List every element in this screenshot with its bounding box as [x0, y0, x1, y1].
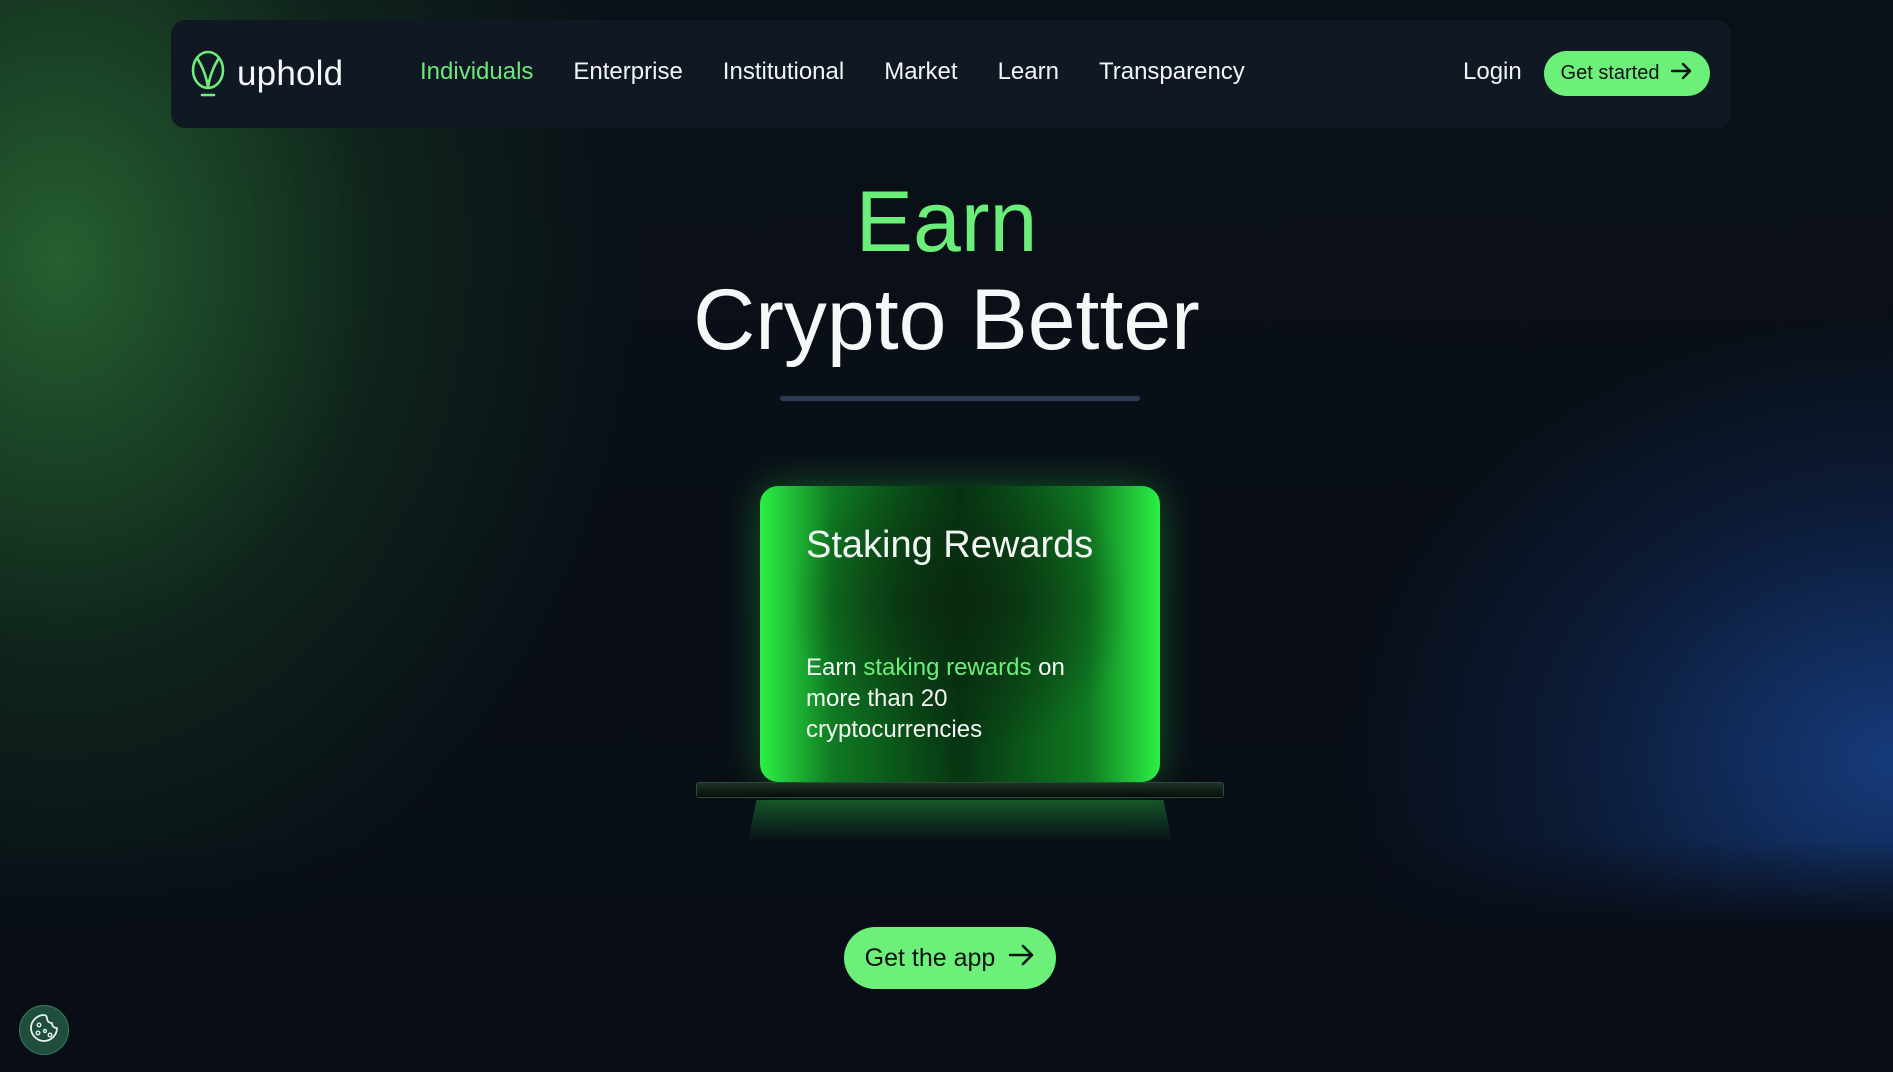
hero-divider: [780, 396, 1140, 401]
get-started-label: Get started: [1560, 62, 1660, 84]
brand-name: uphold: [237, 54, 344, 93]
top-navigation-bar: uphold Individuals Enterprise Institutio…: [171, 20, 1731, 128]
card-title: Staking Rewards: [806, 524, 1094, 566]
hero-title-accent: Earn: [855, 174, 1038, 270]
card-body-prefix: Earn: [806, 654, 857, 681]
get-started-button[interactable]: Get started: [1544, 51, 1710, 96]
nav-link-enterprise[interactable]: Enterprise: [573, 58, 682, 86]
login-link[interactable]: Login: [1463, 58, 1522, 86]
nav-link-institutional[interactable]: Institutional: [723, 58, 844, 86]
cookie-settings-button[interactable]: [19, 1005, 69, 1055]
nav-link-individuals[interactable]: Individuals: [420, 58, 533, 86]
hero-title: Crypto Better: [693, 272, 1200, 368]
nav-links: Individuals Enterprise Institutional Mar…: [420, 58, 1245, 86]
cookie-icon: [28, 1012, 60, 1049]
get-the-app-button[interactable]: Get the app: [844, 927, 1056, 989]
brand-logo[interactable]: uphold: [191, 48, 343, 100]
arrow-right-icon: [1671, 62, 1693, 86]
card-description: Earn staking rewards on more than 20 cry…: [806, 652, 1106, 745]
nav-link-market[interactable]: Market: [884, 58, 957, 86]
card-base-stand: [696, 782, 1224, 798]
get-the-app-label: Get the app: [864, 943, 996, 972]
page: uphold Individuals Enterprise Institutio…: [0, 0, 1893, 1072]
uphold-logo-icon: [191, 49, 225, 99]
card-reflection: [748, 800, 1172, 842]
card-body-highlight: staking rewards: [863, 654, 1032, 681]
staking-rewards-card: Staking Rewards Earn staking rewards on …: [760, 486, 1160, 782]
nav-link-transparency[interactable]: Transparency: [1099, 58, 1245, 86]
arrow-right-icon: [1009, 944, 1035, 973]
nav-link-learn[interactable]: Learn: [998, 58, 1059, 86]
